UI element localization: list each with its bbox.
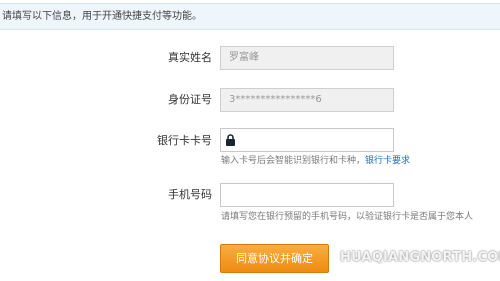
watermark: HUAQIANGNORTH.COM xyxy=(340,250,500,265)
id-number-value: 3****************6 xyxy=(229,94,322,105)
phone-input[interactable] xyxy=(220,183,394,207)
phone-label: 手机号码 xyxy=(168,188,212,201)
name-value: 罗富峰 xyxy=(229,52,259,63)
agree-and-confirm-button[interactable]: 同意协议并确定 xyxy=(220,244,329,273)
phone-hint: 请填写您在银行预留的手机号码，以验证银行卡是否属于您本人 xyxy=(221,212,474,222)
bank-card-hint-text: 输入卡号后会智能识别银行和卡种， xyxy=(221,156,366,166)
bank-card-label: 银行卡卡号 xyxy=(157,134,212,147)
notice-text: 请填写以下信息，用于开通快捷支付等功能。 xyxy=(2,11,202,22)
bank-card-input[interactable] xyxy=(220,128,394,152)
payment-verification-page: 请填写以下信息，用于开通快捷支付等功能。 真实姓名 罗富峰 身份证号 3****… xyxy=(0,0,500,281)
name-field: 罗富峰 xyxy=(220,46,394,70)
bank-card-hint: 输入卡号后会智能识别银行和卡种，银行卡要求 xyxy=(221,155,410,167)
bank-card-requirements-link[interactable]: 银行卡要求 xyxy=(365,156,410,166)
id-number-field: 3****************6 xyxy=(220,88,394,112)
name-label: 真实姓名 xyxy=(168,51,212,64)
id-number-label: 身份证号 xyxy=(168,93,212,106)
notice-bar: 请填写以下信息，用于开通快捷支付等功能。 xyxy=(0,3,500,30)
lock-icon xyxy=(226,134,235,146)
